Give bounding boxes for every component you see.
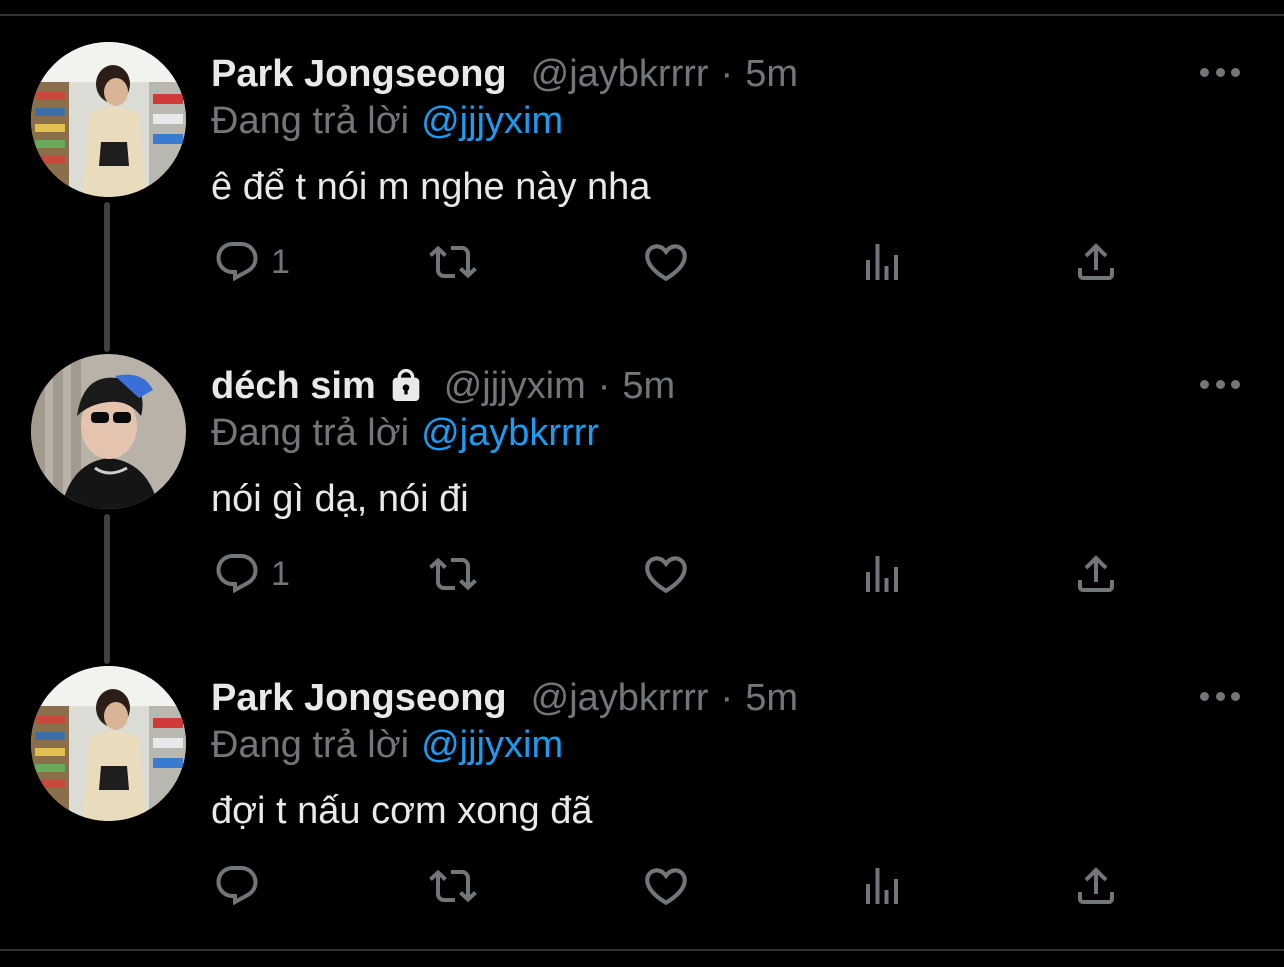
share-button[interactable] <box>1072 544 1120 604</box>
tweet-text: ê để t nói m nghe này nha <box>211 166 651 208</box>
avatar-image <box>31 42 186 197</box>
retweet-icon <box>429 557 477 591</box>
display-name[interactable]: déch sim <box>211 365 376 408</box>
views-button[interactable] <box>858 544 906 604</box>
like-button[interactable] <box>641 544 691 604</box>
retweet-button[interactable] <box>426 856 480 916</box>
share-button[interactable] <box>1072 856 1120 916</box>
reply-icon <box>216 242 258 282</box>
avatar-image <box>31 666 186 821</box>
retweet-icon <box>429 245 477 279</box>
heart-icon <box>645 556 687 594</box>
separator-dot: · <box>720 52 734 95</box>
avatar[interactable] <box>31 666 186 821</box>
timestamp[interactable]: 5m <box>745 677 798 720</box>
separator-dot: · <box>720 676 734 719</box>
heart-icon <box>645 244 687 282</box>
tweet[interactable]: Park Jongseong @jaybkrrrr · 5m Đang trả … <box>0 666 1284 966</box>
replying-to-label: Đang trả lời <box>211 412 410 454</box>
thread-view: Park Jongseong @jaybkrrrr · 5m Đang trả … <box>0 0 1284 967</box>
top-divider <box>0 14 1284 16</box>
avatar[interactable] <box>31 42 186 197</box>
replying-to-label: Đang trả lời <box>211 100 410 142</box>
reply-button[interactable]: 1 <box>213 544 290 604</box>
avatar-image <box>31 354 186 509</box>
reply-count: 1 <box>271 242 290 281</box>
mention-link[interactable]: @jjjyxim <box>421 100 563 142</box>
tweet-header: Park Jongseong @jaybkrrrr · 5m <box>211 674 798 722</box>
reply-icon <box>216 866 258 906</box>
timestamp[interactable]: 5m <box>622 365 675 408</box>
reply-count: 1 <box>271 554 290 593</box>
action-bar: 1 <box>0 232 1284 292</box>
tweet[interactable]: Park Jongseong @jaybkrrrr · 5m Đang trả … <box>0 42 1284 342</box>
bottom-divider <box>0 949 1284 951</box>
tweet-header: déch sim @jjjyxim · 5m <box>211 362 675 410</box>
tweet-header: Park Jongseong @jaybkrrrr · 5m <box>211 50 798 98</box>
share-button[interactable] <box>1072 232 1120 292</box>
share-icon <box>1078 243 1114 280</box>
replying-to: Đang trả lời @jjjyxim <box>211 724 563 767</box>
replying-to: Đang trả lời @jjjyxim <box>211 100 563 143</box>
retweet-button[interactable] <box>426 544 480 604</box>
views-button[interactable] <box>858 856 906 916</box>
more-options-icon[interactable] <box>1200 684 1240 708</box>
heart-icon <box>645 868 687 906</box>
user-handle[interactable]: @jaybkrrrr <box>531 677 709 720</box>
action-bar <box>0 856 1284 916</box>
reply-icon <box>216 554 258 594</box>
tweet-text: đợi t nấu cơm xong đã <box>211 790 593 832</box>
timestamp[interactable]: 5m <box>745 53 798 96</box>
mention-link[interactable]: @jaybkrrrr <box>421 412 599 454</box>
replying-to-label: Đang trả lời <box>211 724 410 766</box>
separator-dot: · <box>597 364 611 407</box>
retweet-icon <box>429 869 477 903</box>
display-name[interactable]: Park Jongseong <box>211 53 507 96</box>
analytics-icon <box>866 244 898 280</box>
retweet-button[interactable] <box>426 232 480 292</box>
lock-icon <box>392 368 420 401</box>
share-icon <box>1078 555 1114 592</box>
views-button[interactable] <box>858 232 906 292</box>
reply-button[interactable]: 1 <box>213 232 290 292</box>
analytics-icon <box>866 868 898 904</box>
like-button[interactable] <box>641 232 691 292</box>
tweet-text: nói gì dạ, nói đi <box>211 478 469 520</box>
user-handle[interactable]: @jjjyxim <box>444 365 586 408</box>
avatar[interactable] <box>31 354 186 509</box>
like-button[interactable] <box>641 856 691 916</box>
reply-button[interactable] <box>213 856 271 916</box>
user-handle[interactable]: @jaybkrrrr <box>531 53 709 96</box>
tweet[interactable]: déch sim @jjjyxim · 5m Đang trả lời @jayb… <box>0 354 1284 654</box>
display-name[interactable]: Park Jongseong <box>211 677 507 720</box>
replying-to: Đang trả lời @jaybkrrrr <box>211 412 599 455</box>
analytics-icon <box>866 556 898 592</box>
mention-link[interactable]: @jjjyxim <box>421 724 563 766</box>
more-options-icon[interactable] <box>1200 60 1240 84</box>
share-icon <box>1078 867 1114 904</box>
more-options-icon[interactable] <box>1200 372 1240 396</box>
action-bar: 1 <box>0 544 1284 604</box>
